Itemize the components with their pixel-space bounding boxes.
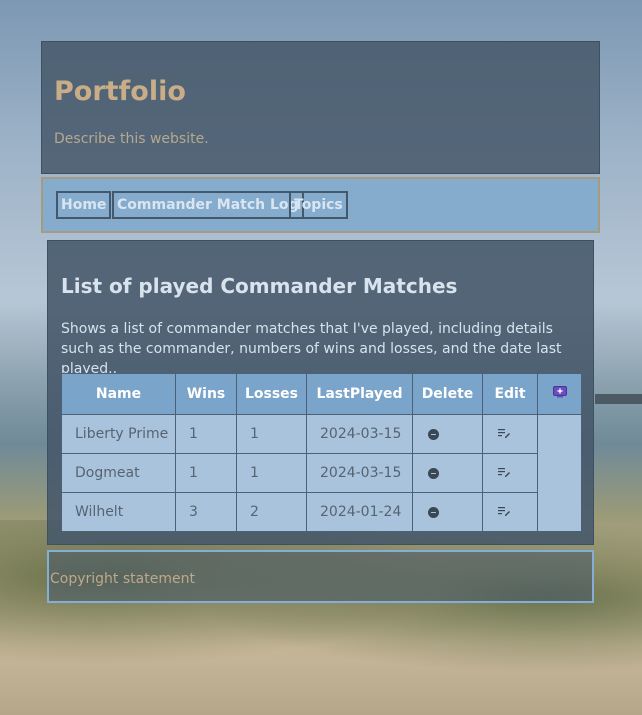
cell-lastplayed: 2024-01-24 [306, 492, 413, 532]
add-row-icon[interactable] [552, 386, 567, 402]
cell-delete [412, 492, 483, 532]
cell-losses: 1 [236, 453, 307, 493]
cell-edit [482, 492, 538, 532]
main-content: List of played Commander Matches Shows a… [47, 240, 594, 545]
cell-add-column [537, 414, 582, 532]
site-header: Portfolio Describe this website. [41, 41, 600, 174]
matches-table: Name Wins Losses LastPlayed Delete Edit [61, 373, 582, 532]
main-nav: Home Commander Match Log Topics [41, 177, 600, 233]
cell-edit [482, 453, 538, 493]
cell-losses: 1 [236, 414, 307, 454]
site-description: Describe this website. [54, 131, 209, 147]
column-header-name[interactable]: Name [61, 373, 176, 415]
column-header-delete: Delete [412, 373, 483, 415]
minus-circle-icon[interactable] [428, 506, 439, 518]
cell-delete [412, 453, 483, 493]
column-header-edit: Edit [482, 373, 538, 415]
site-footer: Copyright statement [47, 550, 594, 603]
background-pier [595, 394, 642, 404]
nav-commander-match-log-button[interactable]: Commander Match Log [112, 191, 304, 219]
page-description: Shows a list of commander matches that I… [61, 321, 562, 377]
cell-wins: 1 [175, 453, 237, 493]
copyright-text: Copyright statement [50, 571, 195, 587]
cell-wins: 1 [175, 414, 237, 454]
cell-name: Wilhelt [61, 492, 176, 532]
table-header-row: Name Wins Losses LastPlayed Delete Edit [61, 373, 582, 415]
cell-name: Liberty Prime [61, 414, 176, 454]
cell-losses: 2 [236, 492, 307, 532]
add-row-cell [537, 373, 582, 415]
table-row: Wilhelt 3 2 2024-01-24 [61, 492, 582, 532]
edit-list-icon[interactable] [498, 465, 510, 481]
edit-list-icon[interactable] [498, 426, 510, 442]
site-title: Portfolio [54, 76, 186, 107]
table-row: Liberty Prime 1 1 2024-03-15 [61, 414, 582, 532]
cell-edit [482, 414, 538, 454]
cell-lastplayed: 2024-03-15 [306, 453, 413, 493]
edit-list-icon[interactable] [498, 504, 510, 520]
column-header-losses[interactable]: Losses [236, 373, 307, 415]
page-title: List of played Commander Matches [61, 274, 458, 298]
cell-delete [412, 414, 483, 454]
table-row: Dogmeat 1 1 2024-03-15 [61, 453, 582, 493]
cell-name: Dogmeat [61, 453, 176, 493]
nav-home-button[interactable]: Home [56, 191, 112, 219]
cell-lastplayed: 2024-03-15 [306, 414, 413, 454]
nav-topics-button[interactable]: Topics [289, 191, 348, 219]
column-header-wins[interactable]: Wins [175, 373, 237, 415]
cell-wins: 3 [175, 492, 237, 532]
column-header-lastplayed[interactable]: LastPlayed [306, 373, 413, 415]
minus-circle-icon[interactable] [428, 428, 439, 440]
minus-circle-icon[interactable] [428, 467, 439, 479]
